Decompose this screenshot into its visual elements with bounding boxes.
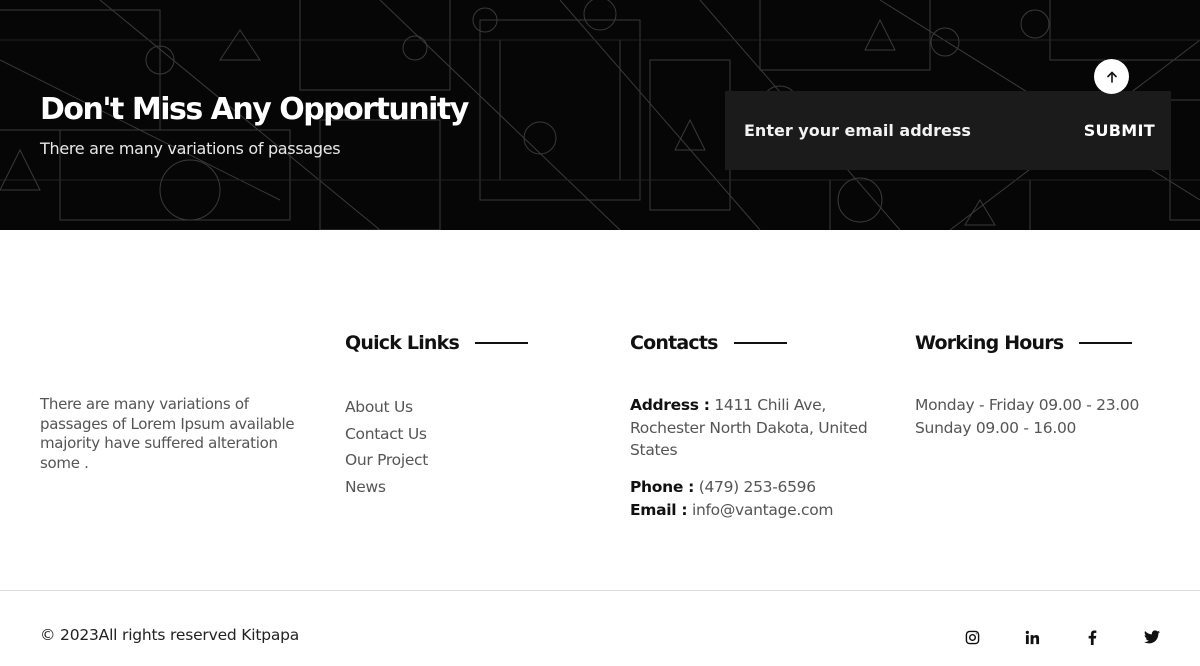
phone-line: Phone : (479) 253-6596 Email : info@vant… [630, 476, 890, 522]
instagram-icon [965, 630, 979, 644]
subscribe-form: SUBMIT [725, 91, 1171, 170]
heading-divider [475, 342, 528, 344]
newsletter-subtitle: There are many variations of passages [40, 139, 341, 158]
quick-links-column: Quick Links [345, 330, 528, 356]
submit-button[interactable]: SUBMIT [1084, 113, 1155, 147]
working-hours-list: Monday - Friday 09.00 - 23.00 Sunday 09.… [915, 394, 1139, 439]
twitter-link[interactable] [1142, 627, 1162, 647]
quick-links-heading: Quick Links [345, 330, 528, 356]
phone-label: Phone : [630, 477, 695, 496]
quick-links-heading-text: Quick Links [345, 332, 460, 354]
email-input[interactable] [744, 113, 1044, 147]
phone-value[interactable]: (479) 253-6596 [699, 478, 816, 496]
hours-sunday: Sunday 09.00 - 16.00 [915, 418, 1077, 437]
contact-details: Address : 1411 Chili Ave, Rochester Nort… [630, 394, 890, 522]
footer-divider [0, 590, 1200, 591]
email-label: Email : [630, 500, 688, 519]
facebook-link[interactable] [1082, 627, 1102, 647]
heading-divider [1079, 342, 1133, 344]
hours-weekdays: Monday - Friday 09.00 - 23.00 [915, 396, 1140, 414]
working-hours-heading-text: Working Hours [915, 332, 1064, 354]
quick-links-list: About Us Contact Us Our Project News [345, 394, 428, 500]
linkedin-link[interactable] [1022, 627, 1042, 647]
arrow-up-icon [1106, 71, 1117, 83]
newsletter-title: Don't Miss Any Opportunity [40, 92, 469, 127]
copyright-text: © 2023All rights reserved Kitpapa [40, 626, 300, 644]
newsletter-banner: Don't Miss Any Opportunity There are man… [0, 0, 1200, 230]
about-text: There are many variations of passages of… [40, 395, 295, 472]
email-value[interactable]: info@vantage.com [692, 501, 834, 519]
link-our-project[interactable]: Our Project [345, 447, 428, 474]
heading-divider [733, 342, 787, 344]
contacts-heading-text: Contacts [630, 332, 718, 354]
linkedin-icon [1025, 630, 1039, 644]
link-news[interactable]: News [345, 474, 428, 501]
instagram-link[interactable] [962, 627, 982, 647]
link-contact-us[interactable]: Contact Us [345, 421, 428, 448]
facebook-icon [1088, 629, 1096, 645]
contacts-heading: Contacts [630, 330, 787, 356]
back-to-top-button[interactable] [1094, 59, 1129, 94]
contacts-column: Contacts [630, 330, 787, 356]
address-label: Address : [630, 396, 710, 414]
working-hours-heading: Working Hours [915, 330, 1133, 356]
twitter-icon [1144, 630, 1160, 644]
address-line: Address : 1411 Chili Ave, Rochester Nort… [630, 394, 890, 462]
working-hours-column: Working Hours [915, 330, 1133, 356]
link-about-us[interactable]: About Us [345, 394, 428, 421]
